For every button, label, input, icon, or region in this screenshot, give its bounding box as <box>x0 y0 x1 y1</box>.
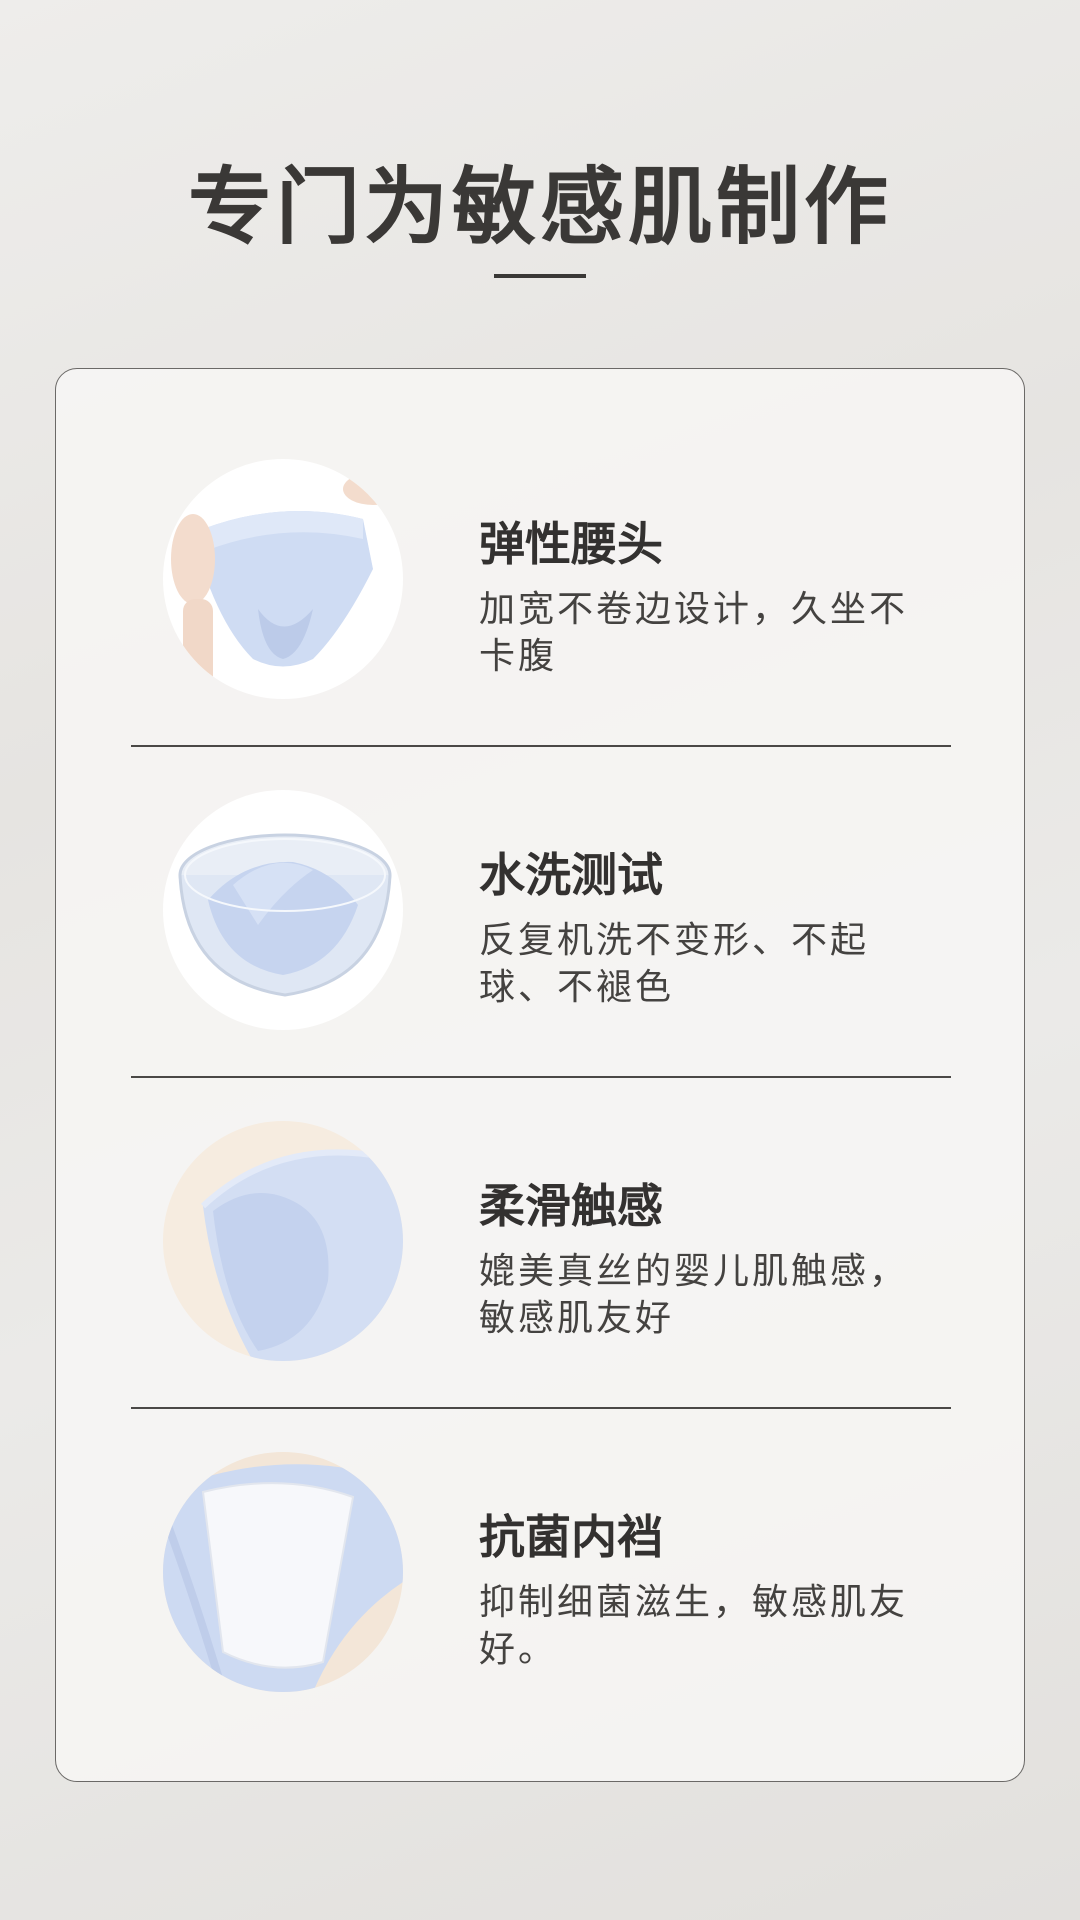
feature-title: 柔滑触感 <box>479 1179 663 1233</box>
feature-description: 媲美真丝的婴儿肌触感，敏感肌友好 <box>479 1251 909 1339</box>
feature-row-waistband: 弹性腰头 加宽不卷边设计，久坐不卡腹 <box>131 369 951 699</box>
feature-row-wash-test: 水洗测试 反复机洗不变形、不起球、不褪色 <box>131 700 951 1030</box>
feature-row-soft-touch: 柔滑触感 媲美真丝的婴儿肌触感，敏感肌友好 <box>131 1031 951 1361</box>
feature-description: 加宽不卷边设计，久坐不卡腹 <box>479 589 909 677</box>
title-divider <box>494 274 586 278</box>
page-title: 专门为敏感肌制作 <box>187 157 892 256</box>
feature-title: 抗菌内裆 <box>479 1510 663 1564</box>
wash-test-photo <box>163 790 403 1030</box>
antibacterial-gusset-photo <box>163 1452 403 1692</box>
soft-fabric-photo <box>163 1121 403 1361</box>
feature-title: 水洗测试 <box>479 848 663 902</box>
feature-row-antibacterial: 抗菌内裆 抑制细菌滋生，敏感肌友好。 <box>131 1362 951 1692</box>
feature-description: 抑制细菌滋生，敏感肌友好。 <box>479 1582 909 1670</box>
feature-card: 弹性腰头 加宽不卷边设计，久坐不卡腹 水洗测试 反复机洗不变形、不起球、不褪色 <box>55 368 1025 1782</box>
feature-description: 反复机洗不变形、不起球、不褪色 <box>479 920 870 1008</box>
feature-title: 弹性腰头 <box>479 517 663 571</box>
waistband-photo <box>163 459 403 699</box>
